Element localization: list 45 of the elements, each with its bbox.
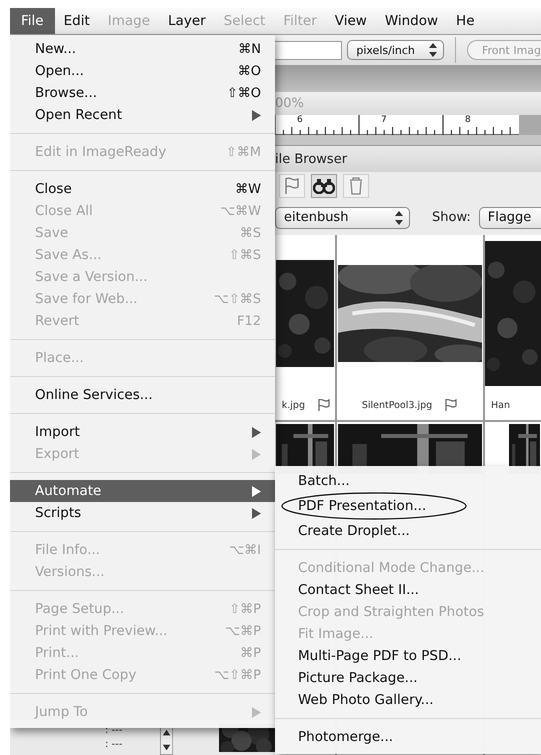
show-label: Show: — [432, 210, 471, 225]
trash-button[interactable] — [343, 174, 369, 198]
file-name: k.jpg — [282, 400, 305, 410]
menu-item[interactable]: Web Photo Gallery... — [275, 689, 541, 711]
menu-item[interactable]: Scripts — [10, 502, 275, 524]
stepper-icon — [393, 210, 405, 226]
folder-dropdown[interactable]: eitenbush — [275, 206, 410, 228]
menu-title[interactable]: File — [10, 8, 55, 34]
thumbnail-cell[interactable]: k.jpg — [275, 235, 335, 420]
binoculars-button[interactable] — [311, 174, 337, 198]
menu-item[interactable]: Batch... — [275, 470, 541, 492]
menu-item[interactable]: New... ⌘N — [10, 38, 275, 60]
menu-item[interactable]: Online Services... — [10, 384, 275, 406]
menu-title[interactable]: Layer — [159, 8, 215, 34]
unit-dropdown[interactable]: pixels/inch — [347, 40, 444, 60]
menu-item[interactable]: PDF Presentation... — [275, 492, 541, 520]
panel-value: : --- — [105, 724, 124, 738]
file-name: SilentPool3.jpg — [362, 400, 432, 410]
menu-item[interactable]: Contact Sheet II... — [275, 579, 541, 601]
menu-item[interactable]: Create Droplet... — [275, 520, 541, 542]
window-title: ile Browser — [275, 152, 348, 166]
menu-title[interactable]: He — [447, 8, 484, 34]
menu-item[interactable]: Browse... ⇧⌘O — [10, 82, 275, 104]
menu-item[interactable]: Automate — [10, 480, 275, 502]
panel-value: : --- — [105, 738, 124, 752]
trash-icon — [348, 177, 364, 195]
menu-item[interactable]: Multi-Page PDF to PSD... — [275, 645, 541, 667]
flag-button[interactable] — [279, 174, 305, 198]
flag-icon — [283, 176, 301, 196]
menu-title[interactable]: Edit — [54, 8, 99, 34]
menu-item[interactable]: Close ⌘W — [10, 178, 275, 200]
menu-item[interactable]: Picture Package... — [275, 667, 541, 689]
thumbnail-cell[interactable]: Han — [485, 235, 541, 420]
stepper-icon — [427, 42, 440, 58]
show-dropdown[interactable]: Flagge — [478, 206, 541, 228]
menu-item[interactable]: Import — [10, 421, 275, 443]
binoculars-icon — [313, 178, 335, 194]
menu-title[interactable]: Window — [376, 8, 448, 34]
menu-item[interactable]: Open Recent — [10, 104, 275, 126]
file-name: Han — [491, 400, 510, 410]
menu-item[interactable]: Photomerge... — [275, 726, 541, 748]
menu-title[interactable]: View — [326, 8, 376, 34]
input-field[interactable] — [275, 40, 342, 60]
menu-item[interactable]: Open... ⌘O — [10, 60, 275, 82]
thumbnail-cell[interactable]: SilentPool3.jpg — [337, 235, 483, 420]
